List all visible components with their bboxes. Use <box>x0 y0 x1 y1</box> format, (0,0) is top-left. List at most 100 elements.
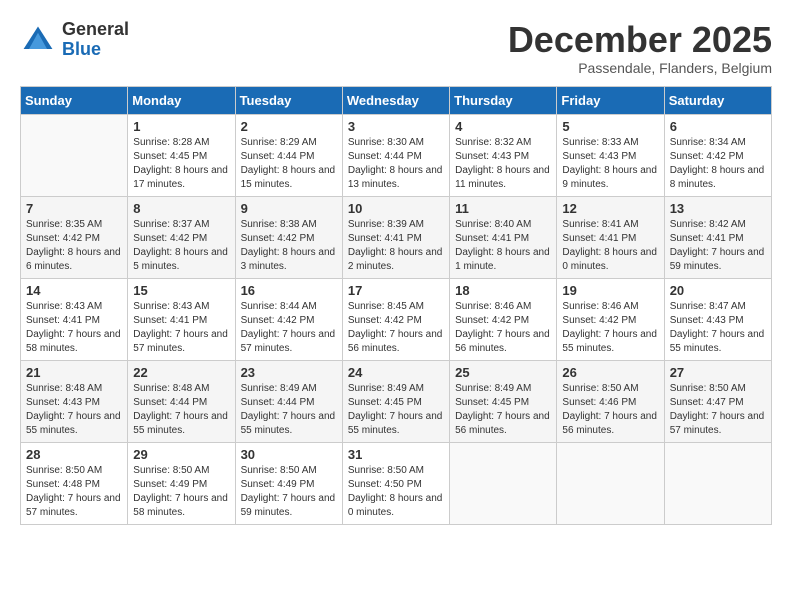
calendar-day-cell: 19Sunrise: 8:46 AMSunset: 4:42 PMDayligh… <box>557 278 664 360</box>
day-number: 9 <box>241 201 337 216</box>
empty-cell <box>450 442 557 524</box>
day-info: Sunrise: 8:46 AMSunset: 4:42 PMDaylight:… <box>455 300 551 356</box>
day-number: 5 <box>562 119 658 134</box>
day-info: Sunrise: 8:41 AMSunset: 4:41 PMDaylight:… <box>562 218 658 274</box>
day-number: 4 <box>455 119 551 134</box>
day-info: Sunrise: 8:29 AMSunset: 4:44 PMDaylight:… <box>241 136 337 192</box>
calendar-day-cell: 11 Sunrise: 8:40 AMSunset: 4:41 PMDayligh… <box>450 196 557 278</box>
day-number: 13 <box>670 201 766 216</box>
day-info: Sunrise: 8:48 AMSunset: 4:44 PMDaylight:… <box>133 382 229 438</box>
day-info: Sunrise: 8:39 AMSunset: 4:41 PMDaylight:… <box>348 218 444 274</box>
calendar-day-cell: 2 Sunrise: 8:29 AMSunset: 4:44 PMDaylight… <box>235 114 342 196</box>
calendar-day-cell: 15 Sunrise: 8:43 AMSunset: 4:41 PMDayligh… <box>128 278 235 360</box>
day-number: 14 <box>26 283 122 298</box>
calendar-day-cell: 6 Sunrise: 8:34 AMSunset: 4:42 PMDaylight… <box>664 114 771 196</box>
day-number: 23 <box>241 365 337 380</box>
calendar-week-row: 7Sunrise: 8:35 AMSunset: 4:42 PMDaylight… <box>21 196 772 278</box>
calendar-day-cell: 18 Sunrise: 8:46 AMSunset: 4:42 PMDayligh… <box>450 278 557 360</box>
day-info: Sunrise: 8:49 AMSunset: 4:45 PMDaylight:… <box>455 382 551 438</box>
day-info: Sunrise: 8:46 AMSunset: 4:42 PMDaylight:… <box>562 300 658 356</box>
header-monday: Monday <box>128 86 235 114</box>
calendar-day-cell: 23 Sunrise: 8:49 AMSunset: 4:44 PMDayligh… <box>235 360 342 442</box>
day-info: Sunrise: 8:33 AMSunset: 4:43 PMDaylight:… <box>562 136 658 192</box>
day-number: 6 <box>670 119 766 134</box>
day-number: 2 <box>241 119 337 134</box>
logo-text: General Blue <box>62 20 129 60</box>
calendar-day-cell: 5 Sunrise: 8:33 AMSunset: 4:43 PMDaylight… <box>557 114 664 196</box>
day-number: 3 <box>348 119 444 134</box>
page-header: General Blue December 2025 Passendale, F… <box>20 20 772 76</box>
day-info: Sunrise: 8:50 AMSunset: 4:48 PMDaylight:… <box>26 464 122 520</box>
day-info: Sunrise: 8:50 AMSunset: 4:47 PMDaylight:… <box>670 382 766 438</box>
day-number: 25 <box>455 365 551 380</box>
calendar-week-row: 1Sunrise: 8:28 AMSunset: 4:45 PMDaylight… <box>21 114 772 196</box>
day-number: 16 <box>241 283 337 298</box>
day-number: 31 <box>348 447 444 462</box>
calendar-day-cell: 12 Sunrise: 8:41 AMSunset: 4:41 PMDayligh… <box>557 196 664 278</box>
calendar-day-cell: 20Sunrise: 8:47 AMSunset: 4:43 PMDayligh… <box>664 278 771 360</box>
month-title: December 2025 <box>508 20 772 60</box>
calendar-day-cell: 28 Sunrise: 8:50 AMSunset: 4:48 PMDayligh… <box>21 442 128 524</box>
calendar-day-cell: 9 Sunrise: 8:38 AMSunset: 4:42 PMDaylight… <box>235 196 342 278</box>
day-info: Sunrise: 8:48 AMSunset: 4:43 PMDaylight:… <box>26 382 122 438</box>
day-info: Sunrise: 8:43 AMSunset: 4:41 PMDaylight:… <box>133 300 229 356</box>
logo-blue: Blue <box>62 40 129 60</box>
day-number: 12 <box>562 201 658 216</box>
calendar-day-cell: 16 Sunrise: 8:44 AMSunset: 4:42 PMDayligh… <box>235 278 342 360</box>
calendar-day-cell: 14 Sunrise: 8:43 AMSunset: 4:41 PMDayligh… <box>21 278 128 360</box>
day-info: Sunrise: 8:42 AMSunset: 4:41 PMDaylight:… <box>670 218 766 274</box>
empty-cell <box>664 442 771 524</box>
day-info: Sunrise: 8:40 AMSunset: 4:41 PMDaylight:… <box>455 218 551 274</box>
title-area: December 2025 Passendale, Flanders, Belg… <box>508 20 772 76</box>
day-info: Sunrise: 8:37 AMSunset: 4:42 PMDaylight:… <box>133 218 229 274</box>
day-info: Sunrise: 8:35 AMSunset: 4:42 PMDaylight:… <box>26 218 122 274</box>
day-number: 18 <box>455 283 551 298</box>
calendar-day-cell: 30 Sunrise: 8:50 AMSunset: 4:49 PMDayligh… <box>235 442 342 524</box>
day-number: 30 <box>241 447 337 462</box>
calendar-week-row: 21 Sunrise: 8:48 AMSunset: 4:43 PMDayligh… <box>21 360 772 442</box>
day-number: 21 <box>26 365 122 380</box>
day-number: 17 <box>348 283 444 298</box>
header-thursday: Thursday <box>450 86 557 114</box>
day-info: Sunrise: 8:34 AMSunset: 4:42 PMDaylight:… <box>670 136 766 192</box>
day-number: 26 <box>562 365 658 380</box>
calendar-header-row: SundayMondayTuesdayWednesdayThursdayFrid… <box>21 86 772 114</box>
day-info: Sunrise: 8:49 AMSunset: 4:44 PMDaylight:… <box>241 382 337 438</box>
day-number: 11 <box>455 201 551 216</box>
calendar-day-cell: 22Sunrise: 8:48 AMSunset: 4:44 PMDayligh… <box>128 360 235 442</box>
day-info: Sunrise: 8:43 AMSunset: 4:41 PMDaylight:… <box>26 300 122 356</box>
day-info: Sunrise: 8:45 AMSunset: 4:42 PMDaylight:… <box>348 300 444 356</box>
logo-general: General <box>62 20 129 40</box>
day-info: Sunrise: 8:30 AMSunset: 4:44 PMDaylight:… <box>348 136 444 192</box>
calendar-day-cell: 7Sunrise: 8:35 AMSunset: 4:42 PMDaylight… <box>21 196 128 278</box>
header-saturday: Saturday <box>664 86 771 114</box>
calendar-day-cell: 1Sunrise: 8:28 AMSunset: 4:45 PMDaylight… <box>128 114 235 196</box>
calendar-day-cell: 31 Sunrise: 8:50 AMSunset: 4:50 PMDayligh… <box>342 442 449 524</box>
calendar-day-cell: 26Sunrise: 8:50 AMSunset: 4:46 PMDayligh… <box>557 360 664 442</box>
empty-cell <box>21 114 128 196</box>
day-info: Sunrise: 8:50 AMSunset: 4:49 PMDaylight:… <box>241 464 337 520</box>
logo-icon <box>20 22 56 58</box>
header-wednesday: Wednesday <box>342 86 449 114</box>
calendar-day-cell: 3 Sunrise: 8:30 AMSunset: 4:44 PMDaylight… <box>342 114 449 196</box>
location-subtitle: Passendale, Flanders, Belgium <box>508 60 772 76</box>
calendar-day-cell: 13 Sunrise: 8:42 AMSunset: 4:41 PMDayligh… <box>664 196 771 278</box>
calendar-day-cell: 21 Sunrise: 8:48 AMSunset: 4:43 PMDayligh… <box>21 360 128 442</box>
day-info: Sunrise: 8:44 AMSunset: 4:42 PMDaylight:… <box>241 300 337 356</box>
day-info: Sunrise: 8:50 AMSunset: 4:49 PMDaylight:… <box>133 464 229 520</box>
day-info: Sunrise: 8:49 AMSunset: 4:45 PMDaylight:… <box>348 382 444 438</box>
calendar-table: SundayMondayTuesdayWednesdayThursdayFrid… <box>20 86 772 525</box>
day-info: Sunrise: 8:28 AMSunset: 4:45 PMDaylight:… <box>133 136 229 192</box>
day-number: 28 <box>26 447 122 462</box>
header-tuesday: Tuesday <box>235 86 342 114</box>
day-number: 15 <box>133 283 229 298</box>
calendar-day-cell: 8 Sunrise: 8:37 AMSunset: 4:42 PMDaylight… <box>128 196 235 278</box>
day-info: Sunrise: 8:50 AMSunset: 4:50 PMDaylight:… <box>348 464 444 520</box>
day-number: 24 <box>348 365 444 380</box>
header-friday: Friday <box>557 86 664 114</box>
day-info: Sunrise: 8:38 AMSunset: 4:42 PMDaylight:… <box>241 218 337 274</box>
day-number: 8 <box>133 201 229 216</box>
day-info: Sunrise: 8:47 AMSunset: 4:43 PMDaylight:… <box>670 300 766 356</box>
logo: General Blue <box>20 20 129 60</box>
calendar-day-cell: 25 Sunrise: 8:49 AMSunset: 4:45 PMDayligh… <box>450 360 557 442</box>
